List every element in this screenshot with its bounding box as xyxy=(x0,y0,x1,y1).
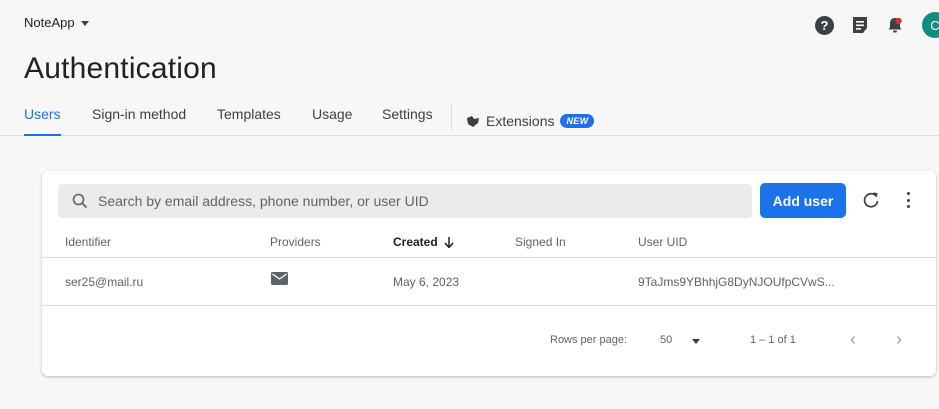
rows-per-page-select[interactable]: 50 xyxy=(660,334,672,346)
page-title: Authentication xyxy=(24,52,217,85)
search-bar[interactable] xyxy=(58,184,752,218)
tab-label: Sign-in method xyxy=(92,106,187,122)
top-bar: NoteApp ? C xyxy=(0,0,939,46)
tab-extensions[interactable]: Extensions NEW xyxy=(466,106,595,136)
refresh-icon[interactable] xyxy=(862,191,880,209)
search-input[interactable] xyxy=(98,193,698,209)
previous-page-icon[interactable]: ‹ xyxy=(845,330,861,348)
cell-created: May 6, 2023 xyxy=(393,275,460,289)
avatar[interactable]: C xyxy=(922,12,939,38)
help-icon[interactable]: ? xyxy=(815,15,834,35)
project-selector[interactable]: NoteApp xyxy=(24,15,89,30)
cell-user-uid: 9TaJms9YBhhjG8DyNJOUfpCVwS... xyxy=(638,275,835,289)
tab-label: Usage xyxy=(312,106,353,122)
project-name: NoteApp xyxy=(24,15,75,30)
rows-per-page-label: Rows per page: xyxy=(550,334,628,346)
tab-label: Users xyxy=(24,106,61,122)
row-divider xyxy=(42,305,936,306)
caret-down-icon xyxy=(80,21,89,26)
header-divider xyxy=(42,257,936,258)
column-header-identifier: Identifier xyxy=(65,235,112,249)
tab-label: Templates xyxy=(217,106,281,122)
sort-arrow-down-icon xyxy=(444,236,454,248)
column-header-user-uid: User UID xyxy=(638,235,688,249)
notifications-icon[interactable] xyxy=(886,16,904,34)
tab-settings[interactable]: Settings xyxy=(382,106,433,136)
tab-bar: Users Sign-in method Templates Usage Set… xyxy=(0,96,939,136)
new-badge: NEW xyxy=(560,114,595,128)
next-page-icon[interactable]: › xyxy=(891,330,907,348)
column-header-providers: Providers xyxy=(270,235,321,249)
tab-users[interactable]: Users xyxy=(24,106,61,136)
extensions-icon xyxy=(467,115,479,127)
users-card: Add user Identifier Providers Created Si… xyxy=(42,171,936,376)
tab-sign-in-method[interactable]: Sign-in method xyxy=(92,106,186,136)
column-header-label: Created xyxy=(393,235,438,249)
top-icons: ? C xyxy=(815,12,939,38)
search-icon xyxy=(72,193,88,209)
caret-down-icon[interactable] xyxy=(692,339,700,344)
tab-divider xyxy=(451,104,452,130)
tab-label: Extensions xyxy=(486,113,555,129)
more-options-icon[interactable] xyxy=(904,190,912,210)
tab-usage[interactable]: Usage xyxy=(312,106,352,136)
column-header-signed-in: Signed In xyxy=(515,235,566,249)
column-header-created[interactable]: Created xyxy=(393,235,454,249)
tab-label: Settings xyxy=(382,106,433,122)
mail-icon xyxy=(271,272,288,285)
cell-identifier: ser25@mail.ru xyxy=(65,275,144,289)
pagination-range: 1 – 1 of 1 xyxy=(750,334,796,346)
release-notes-icon[interactable] xyxy=(852,16,868,34)
add-user-button[interactable]: Add user xyxy=(760,183,846,218)
tab-templates[interactable]: Templates xyxy=(217,106,281,136)
